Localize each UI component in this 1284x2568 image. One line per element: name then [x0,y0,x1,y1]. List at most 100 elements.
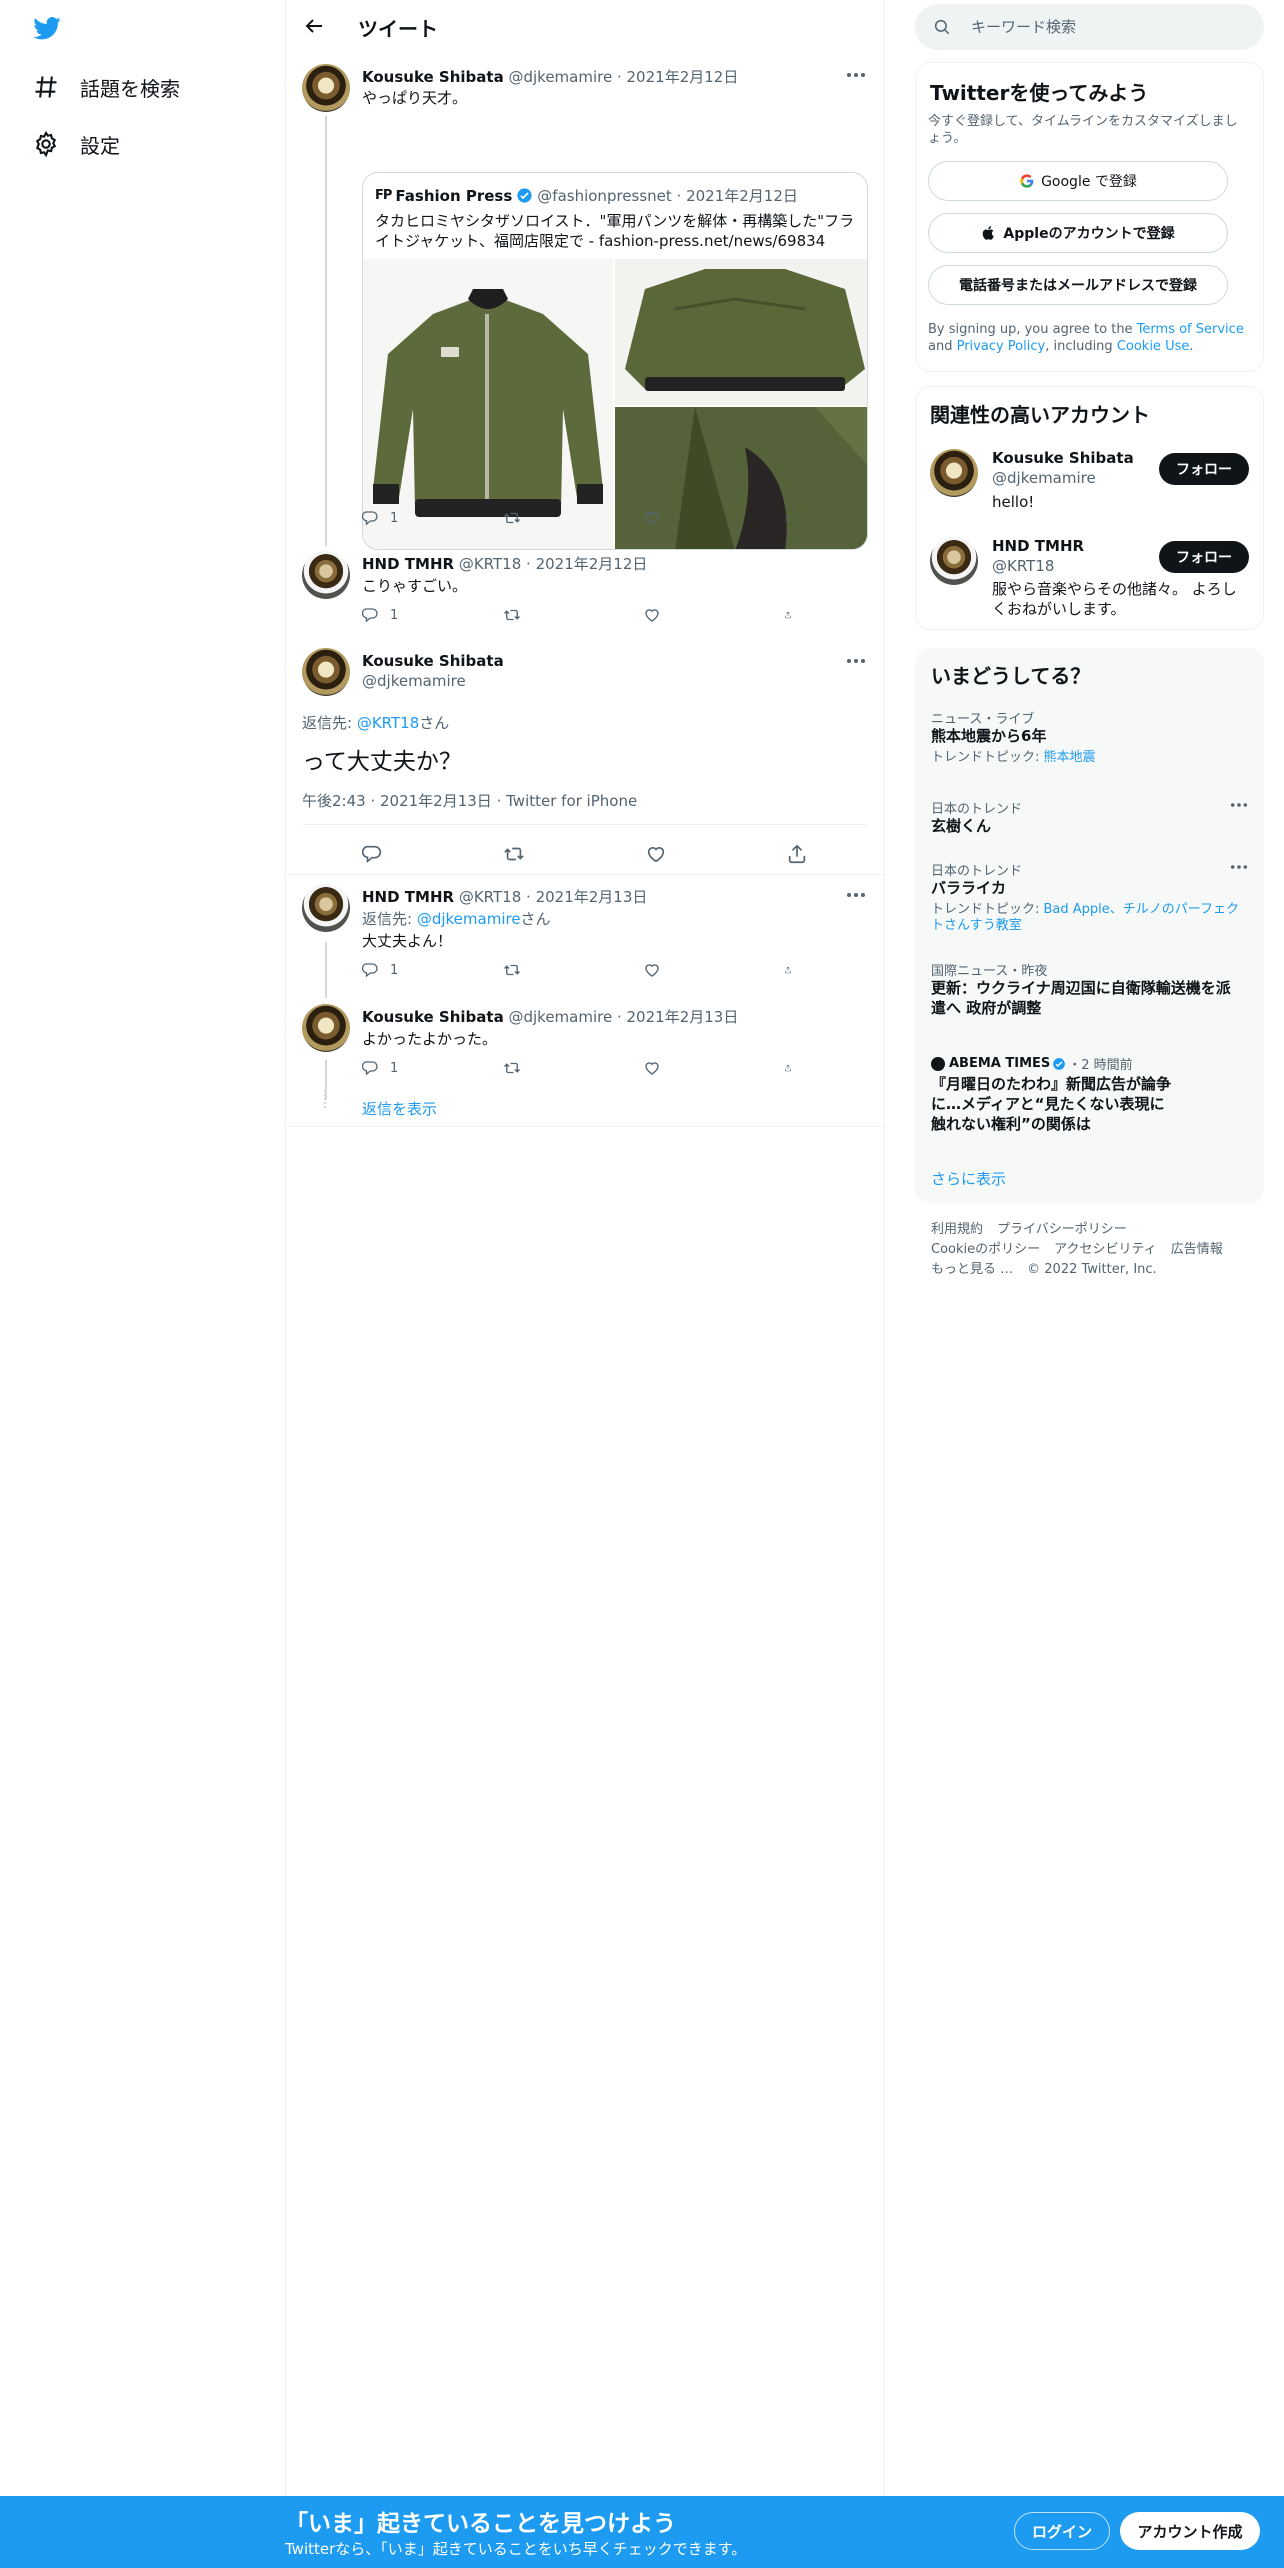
like-button[interactable] [643,1058,733,1078]
search-box[interactable] [915,4,1264,50]
terms-of-service-link[interactable]: Terms of Service [1137,322,1244,337]
footer-more-link[interactable]: もっと見る … [931,1262,1013,1277]
retweet-button[interactable] [503,605,593,625]
author-name[interactable]: Kousuke Shibata [362,1008,504,1026]
tweet-fifth[interactable]: Kousuke Shibata @djkemamire · 2021年2月13日… [286,994,884,1120]
author-handle[interactable]: @KRT18 [459,555,521,573]
tweet-client[interactable]: Twitter for iPhone [506,792,637,810]
footer-cookie-link[interactable]: Cookieのポリシー [931,1242,1040,1257]
account-handle[interactable]: @KRT18 [992,557,1054,575]
avatar[interactable] [930,449,978,497]
footer-ads-link[interactable]: 広告情報 [1171,1242,1223,1257]
account-name[interactable]: Kousuke Shibata [992,449,1134,467]
trend-item[interactable]: ニュース・ライブ 熊本地震から6年 トレンドトピック: 熊本地震 [915,708,1264,780]
avatar[interactable] [302,1004,350,1052]
tweet-date[interactable]: 2021年2月12日 [627,68,739,86]
author-name[interactable]: HND TMHR [362,888,454,906]
reply-button[interactable]: 1 [362,605,452,625]
account-handle[interactable]: @djkemamire [992,469,1096,487]
avatar[interactable] [930,537,978,585]
heart-icon [643,509,661,527]
more-options-icon[interactable] [846,658,866,664]
retweet-button[interactable] [503,1058,593,1078]
like-button[interactable] [643,960,733,980]
signup-card: Twitterを使ってみよう 今すぐ登録して、タイムラインをカスタマイズしましょ… [915,62,1264,372]
trend-topic-link[interactable]: 熊本地震 [1044,750,1096,765]
trend-item[interactable]: 日本のトレンド 玄樹くん [915,798,1264,848]
tweet-date[interactable]: 2021年2月12日 [536,555,648,573]
author-handle[interactable]: @djkemamire [508,1008,612,1026]
jacket-photo-detail[interactable] [615,407,867,549]
privacy-policy-link[interactable]: Privacy Policy [957,339,1046,354]
reply-button[interactable]: 1 [362,960,452,980]
jacket-photo-back[interactable] [615,259,867,405]
account-name[interactable]: HND TMHR [992,537,1084,555]
tweet-text: 大丈夫よん！ [362,932,453,950]
tweet-second[interactable]: HND TMHR @KRT18 · 2021年2月12日 こりゃすごい。 1 [286,541,884,633]
avatar[interactable] [302,64,350,112]
tweet-fourth[interactable]: HND TMHR @KRT18 · 2021年2月13日 返信先: @djkem… [286,874,884,989]
footer-accessibility-link[interactable]: アクセシビリティ [1054,1242,1157,1257]
cookie-use-link[interactable]: Cookie Use [1117,339,1190,354]
tweet-date[interactable]: 2021年2月13日 [380,792,492,810]
author-handle[interactable]: @djkemamire [362,672,466,690]
create-account-button[interactable]: アカウント作成 [1120,2512,1260,2550]
author-handle[interactable]: @KRT18 [459,888,521,906]
trend-item[interactable]: 日本のトレンド バラライカ トレンドトピック: Bad Apple、チルノのパー… [915,860,1264,940]
heart-icon[interactable] [645,843,667,865]
trend-item[interactable]: 国際ニュース・昨夜 更新：ウクライナ周辺国に自衛隊輸送機を派遣へ 政府が調整 [915,960,1264,1024]
retweet-icon[interactable] [503,843,525,865]
like-button[interactable] [643,605,733,625]
show-replies-link[interactable]: 返信を表示 [362,1098,437,1119]
author-name[interactable]: HND TMHR [362,555,454,573]
tweet-date[interactable]: 2021年2月13日 [536,888,648,906]
search-input[interactable] [971,16,1241,38]
more-options-icon[interactable] [846,72,866,78]
retweet-button[interactable] [503,508,593,528]
news-item[interactable]: ABEMA TIMES ・2 時間前 『月曜日のたわわ』新聞広告が論争に…メディ… [915,1054,1264,1144]
reply-to-link[interactable]: @djkemamire [417,910,521,928]
like-button[interactable] [643,508,733,528]
nav-settings[interactable]: 設定 [32,126,120,162]
author-name[interactable]: Kousuke Shibata [362,652,504,670]
share-button[interactable] [784,1058,802,1078]
retweet-button[interactable] [503,960,593,980]
back-arrow-icon[interactable] [302,14,326,38]
share-button[interactable] [784,508,802,528]
author-handle[interactable]: @djkemamire [508,68,612,86]
reply-button[interactable]: 1 [362,508,452,528]
show-more-link[interactable]: さらに表示 [931,1168,1006,1189]
reply-button[interactable]: 1 [362,1058,452,1078]
google-signup-button[interactable]: Google で登録 [928,161,1228,201]
avatar[interactable] [302,551,350,599]
more-options-icon[interactable] [1230,802,1248,808]
signup-terms: By signing up, you agree to the Terms of… [928,321,1253,355]
tweet-date[interactable]: 2021年2月13日 [627,1008,739,1026]
avatar[interactable] [302,648,350,696]
avatar[interactable] [302,884,350,932]
tweet-time[interactable]: 午後2:43 [302,792,366,810]
nav-explore[interactable]: 話題を検索 [32,69,180,105]
share-icon[interactable] [786,843,808,865]
more-options-icon[interactable] [1230,864,1248,870]
jacket-photo-front[interactable] [363,259,613,549]
author-name[interactable]: Kousuke Shibata [362,68,504,86]
tweet-first[interactable]: Kousuke Shibata @djkemamire · 2021年2月12日… [286,54,884,550]
account-row[interactable]: Kousuke Shibata @djkemamire hello! フォロー [916,441,1265,527]
login-button[interactable]: ログイン [1014,2512,1110,2550]
tweet-main[interactable]: Kousuke Shibata @djkemamire 返信先: @KRT18さ… [286,638,884,874]
footer-privacy-link[interactable]: プライバシーポリシー [997,1222,1127,1237]
apple-signup-button[interactable]: Appleのアカウントで登録 [928,213,1228,253]
reply-to-link[interactable]: @KRT18 [357,714,419,732]
follow-button[interactable]: フォロー [1159,541,1249,573]
twitter-logo-icon[interactable] [30,14,64,44]
quoted-tweet[interactable]: FP Fashion Press @fashionpressnet · 2021… [362,172,868,550]
share-button[interactable] [784,960,802,980]
more-options-icon[interactable] [846,892,866,898]
footer-terms-link[interactable]: 利用規約 [931,1222,983,1237]
account-row[interactable]: HND TMHR @KRT18 服やら音楽やらその他諸々。 よろしくおねがいしま… [916,529,1265,625]
reply-icon[interactable] [362,843,384,865]
share-button[interactable] [784,605,802,625]
phone-email-signup-button[interactable]: 電話番号またはメールアドレスで登録 [928,265,1228,305]
follow-button[interactable]: フォロー [1159,453,1249,485]
